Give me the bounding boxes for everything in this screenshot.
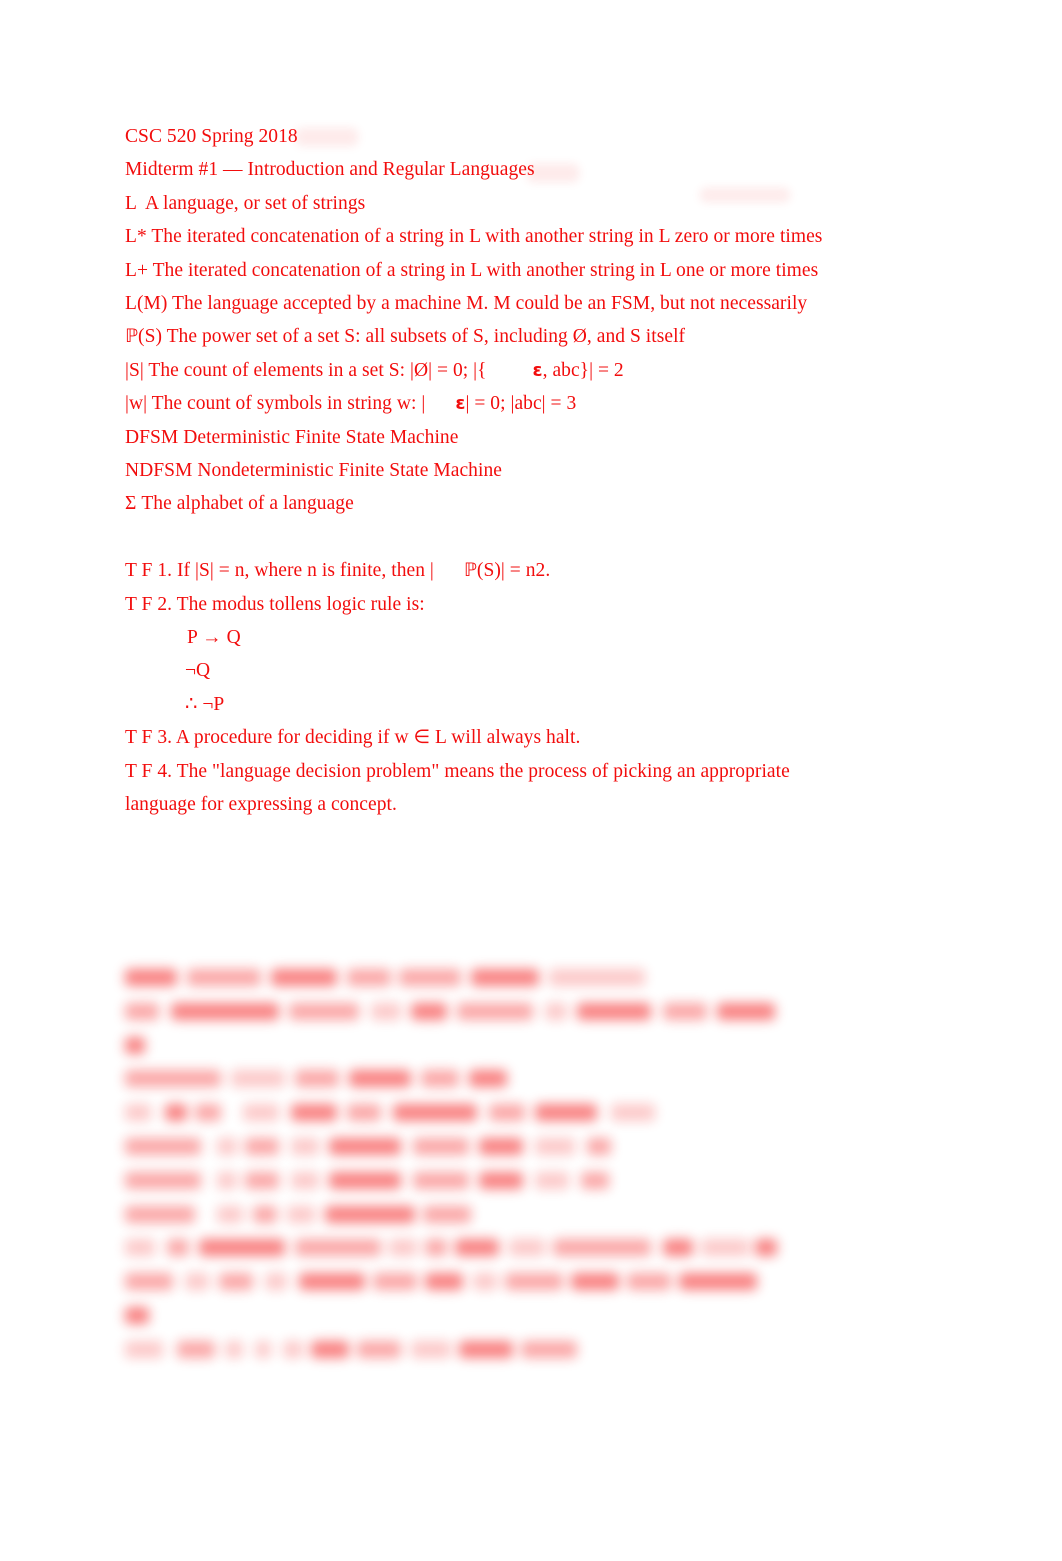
question-4-line-2: language for expressing a concept. (125, 794, 397, 816)
redacted-line (125, 1300, 825, 1334)
document-subtitle: Midterm #1 — Introduction and Regular La… (125, 159, 535, 181)
question-1: T F 1. If |S| = n, where n is finite, th… (125, 554, 825, 587)
definition-sigma: Σ The alphabet of a language (125, 493, 354, 515)
double-struck-p-icon: ℙ (463, 560, 477, 582)
question-1-text-a: T F 1. If |S| = n, where n is finite, th… (125, 560, 434, 582)
redacted-line (125, 1334, 825, 1368)
epsilon-icon: ε (532, 359, 543, 381)
epsilon-icon: ε (455, 393, 466, 415)
question-4-line-1: T F 4. The "language decision problem" m… (125, 760, 790, 782)
question-3-text-a: T F 3. A procedure for deciding if w (125, 727, 414, 749)
definition-set-cardinality-text-b: , abc}| = 2 (542, 359, 624, 381)
redacted-line (125, 1030, 825, 1064)
definition-L-star: L* The iterated concatenation of a strin… (125, 226, 823, 248)
redacted-line (125, 1266, 825, 1300)
redacted-text-block (125, 962, 825, 1368)
double-struck-p-icon: ℙ (125, 326, 139, 348)
question-3: T F 3. A procedure for deciding if w ∈ L… (125, 721, 825, 754)
redacted-line (125, 1097, 825, 1131)
question-2: T F 2. The modus tollens logic rule is: (125, 593, 425, 615)
document-title: CSC 520 Spring 2018 (125, 126, 298, 147)
definition-string-length: |w| The count of symbols in string w: | ε… (125, 387, 825, 420)
redacted-line (125, 1199, 825, 1233)
redacted-line (125, 1232, 825, 1266)
definition-set-cardinality-text-a: |S| The count of elements in a set S: |Ø… (125, 359, 487, 381)
definition-string-length-text-a: |w| The count of symbols in string w: | (125, 393, 426, 415)
definition-L: L A language, or set of strings (125, 192, 366, 214)
question-2-rule-premise-2: ¬Q (185, 660, 211, 682)
redacted-line (125, 1131, 825, 1165)
question-3-text-b: L will always halt. (430, 727, 581, 749)
redacted-line (125, 1063, 825, 1097)
definition-dfsm: DFSM Deterministic Finite State Machine (125, 426, 459, 448)
definition-L-of-M: L(M) The language accepted by a machine … (125, 293, 808, 315)
document-page: CSC 520 Spring 2018 Midterm #1 — Introdu… (0, 0, 1062, 1561)
definition-ndfsm: NDFSM Nondeterministic Finite State Mach… (125, 460, 502, 482)
document-text-body: CSC 520 Spring 2018 Midterm #1 — Introdu… (125, 120, 825, 822)
definition-power-set: ℙ(S) The power set of a set S: all subse… (125, 320, 825, 353)
definition-L-plus: L+ The iterated concatenation of a strin… (125, 259, 819, 281)
redacted-line (125, 1165, 825, 1199)
definition-string-length-text-b: | = 0; |abc| = 3 (465, 393, 577, 415)
redacted-line (125, 962, 825, 996)
question-2-rule-conclusion: ∴ ¬P (185, 693, 225, 715)
element-of-icon: ∈ (413, 726, 431, 749)
definition-set-cardinality: |S| The count of elements in a set S: |Ø… (125, 354, 825, 387)
question-2-rule-premise-1: P → Q (187, 627, 241, 649)
redacted-line (125, 996, 825, 1030)
question-1-text-b: (S)| = n2. (476, 560, 551, 582)
definition-power-set-text: (S) The power set of a set S: all subset… (138, 326, 686, 348)
